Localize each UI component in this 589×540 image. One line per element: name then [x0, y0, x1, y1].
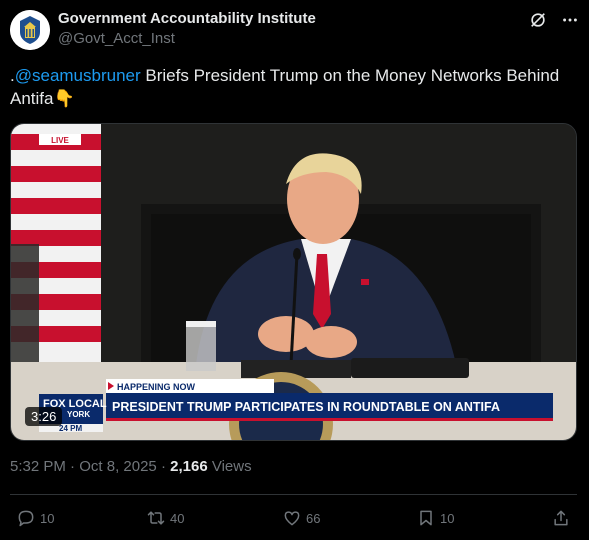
us-flag [11, 124, 101, 364]
pointing-down-emoji: 👇 [53, 89, 75, 109]
repost-icon [147, 511, 165, 525]
tweet-meta: 5:32 PM · Oct 8, 2025 · 2,166 Views [10, 458, 252, 475]
views-label: Views [207, 458, 252, 475]
user-handle[interactable]: @Govt_Acct_Inst [58, 29, 316, 49]
heart-icon [284, 511, 300, 526]
reply-button[interactable]: 10 [16, 504, 54, 532]
reply-icon [18, 510, 34, 527]
repost-count: 40 [170, 510, 185, 526]
share-button[interactable] [551, 504, 571, 532]
news-headline: PRESIDENT TRUMP PARTICIPATES IN ROUNDTAB… [112, 400, 500, 414]
tweet-date[interactable]: Oct 8, 2025 [79, 458, 157, 475]
live-label: LIVE [51, 136, 69, 145]
bookmark-icon [420, 510, 432, 526]
repost-button[interactable]: 40 [146, 504, 184, 532]
more-options-icon[interactable] [560, 10, 580, 30]
display-name[interactable]: Government Accountability Institute [58, 10, 316, 28]
broadcast-clock: 24 PM [59, 424, 82, 433]
network-city: YORK [67, 410, 90, 419]
video-frame: LIVE HAPPENING NOW PRESIDENT TRUMP PARTI… [11, 124, 576, 440]
views-count: 2,166 [170, 458, 208, 475]
separator: · [156, 458, 171, 475]
tweet-time[interactable]: 5:32 PM [10, 458, 66, 475]
action-bar: 10 40 66 10 [10, 504, 577, 532]
video-duration: 3:26 [25, 407, 63, 426]
bookmark-button[interactable]: 10 [416, 504, 454, 532]
tweet-header: Government Accountability Institute @Gov… [10, 8, 580, 52]
reply-count: 10 [40, 510, 55, 526]
video-player[interactable]: LIVE HAPPENING NOW PRESIDENT TRUMP PARTI… [10, 123, 577, 441]
like-button[interactable]: 66 [282, 504, 320, 532]
happening-now-label: HAPPENING NOW [117, 382, 196, 392]
bookmark-count: 10 [440, 510, 455, 526]
divider [10, 494, 577, 495]
separator: · [65, 458, 80, 475]
mention-link[interactable]: @seamusbruner [15, 66, 141, 85]
avatar[interactable] [10, 10, 50, 50]
tweet-text: .@seamusbruner Briefs President Trump on… [10, 64, 580, 111]
like-count: 66 [306, 510, 321, 526]
institute-logo-icon [10, 10, 50, 50]
share-icon [554, 510, 568, 526]
grok-icon[interactable] [528, 10, 548, 30]
